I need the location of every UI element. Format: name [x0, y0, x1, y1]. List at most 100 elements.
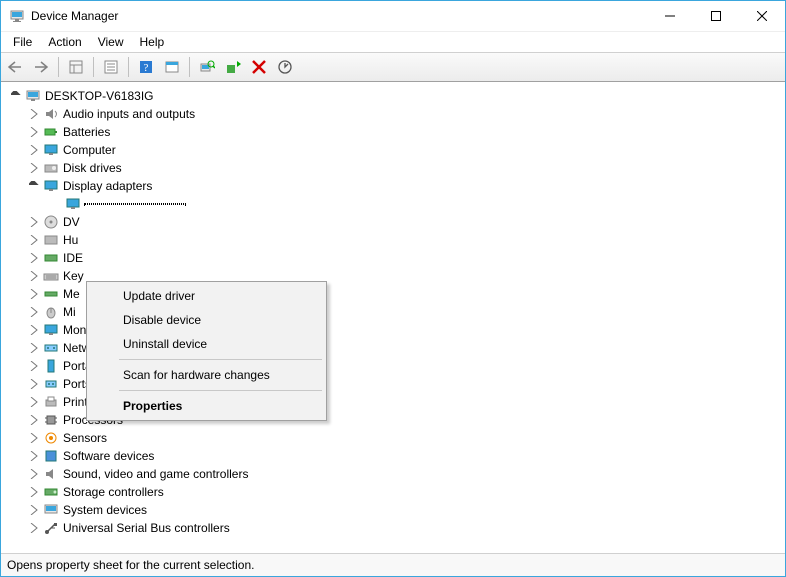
chevron-right-icon[interactable] [27, 215, 41, 229]
printer-icon [43, 394, 59, 410]
tree-root-label: DESKTOP-V6183IG [45, 89, 154, 103]
device-tree[interactable]: DESKTOP-V6183IG Audio inputs and outputs… [1, 82, 785, 553]
toolbar-help-button[interactable]: ? [134, 55, 158, 79]
usb-icon [43, 520, 59, 536]
display-adapter-icon [43, 178, 59, 194]
tree-root[interactable]: DESKTOP-V6183IG [5, 87, 785, 105]
chevron-right-icon[interactable] [27, 107, 41, 121]
chevron-right-icon[interactable] [27, 251, 41, 265]
chevron-right-icon[interactable] [27, 431, 41, 445]
chevron-right-icon[interactable] [27, 521, 41, 535]
tree-node-label: Mi [63, 305, 76, 319]
chevron-right-icon[interactable] [27, 449, 41, 463]
tree-node-label: IDE [63, 251, 83, 265]
tree-node-disk[interactable]: Disk drives [5, 159, 785, 177]
menu-file[interactable]: File [5, 33, 40, 51]
svg-text:?: ? [144, 62, 149, 74]
battery-icon [43, 124, 59, 140]
tree-node-usb[interactable]: Universal Serial Bus controllers [5, 519, 785, 537]
close-button[interactable] [739, 1, 785, 31]
toolbar-properties-button[interactable] [99, 55, 123, 79]
context-menu-disable-device[interactable]: Disable device [89, 308, 324, 332]
tree-node-display[interactable]: Display adapters [5, 177, 785, 195]
tree-node-label: Display adapters [63, 179, 152, 193]
display-adapter-icon [65, 196, 81, 212]
chevron-right-icon[interactable] [27, 287, 41, 301]
context-menu-properties[interactable]: Properties [89, 394, 324, 418]
toolbar-update-driver-button[interactable] [273, 55, 297, 79]
chevron-right-icon[interactable] [27, 161, 41, 175]
tree-node-storage[interactable]: Storage controllers [5, 483, 785, 501]
tree-node-dvd[interactable]: DV [5, 213, 785, 231]
tree-node-label: Hu [63, 233, 78, 247]
tree-node-ide[interactable]: IDE [5, 249, 785, 267]
toolbar-scan-hardware-button[interactable] [195, 55, 219, 79]
chevron-right-icon[interactable] [27, 125, 41, 139]
audio-icon [43, 106, 59, 122]
tree-node-audio[interactable]: Audio inputs and outputs [5, 105, 785, 123]
menu-help[interactable]: Help [132, 33, 173, 51]
menu-action[interactable]: Action [40, 33, 89, 51]
chevron-right-icon[interactable] [27, 467, 41, 481]
chevron-down-icon[interactable] [9, 89, 23, 103]
chevron-right-icon[interactable] [27, 143, 41, 157]
tree-node-label: Batteries [63, 125, 110, 139]
titlebar: Device Manager [1, 1, 785, 32]
keyboard-icon [43, 268, 59, 284]
port-icon [43, 376, 59, 392]
tree-node-label: Computer [63, 143, 116, 157]
tree-node-label: Audio inputs and outputs [63, 107, 195, 121]
toolbar-enable-device-button[interactable] [221, 55, 245, 79]
chevron-right-icon[interactable] [27, 341, 41, 355]
chevron-right-icon[interactable] [27, 413, 41, 427]
context-menu-update-driver[interactable]: Update driver [89, 284, 324, 308]
toolbar-show-hide-tree-button[interactable] [64, 55, 88, 79]
maximize-button[interactable] [693, 1, 739, 31]
sensor-icon [43, 430, 59, 446]
tree-node-label: Disk drives [63, 161, 122, 175]
toolbar-action-button[interactable] [160, 55, 184, 79]
context-menu-uninstall-device[interactable]: Uninstall device [89, 332, 324, 356]
toolbar-divider [128, 57, 129, 77]
menu-view[interactable]: View [90, 33, 132, 51]
toolbar-uninstall-device-button[interactable] [247, 55, 271, 79]
toolbar-divider [93, 57, 94, 77]
expander-placeholder [49, 197, 63, 211]
tree-node-computer[interactable]: Computer [5, 141, 785, 159]
toolbar-back-button[interactable] [3, 55, 27, 79]
tree-node-software[interactable]: Software devices [5, 447, 785, 465]
tree-node-system-devices[interactable]: System devices [5, 501, 785, 519]
tree-node-hid[interactable]: Hu [5, 231, 785, 249]
chevron-right-icon[interactable] [27, 233, 41, 247]
toolbar-forward-button[interactable] [29, 55, 53, 79]
chevron-right-icon[interactable] [27, 485, 41, 499]
tree-node-label: DV [63, 215, 80, 229]
chevron-right-icon[interactable] [27, 377, 41, 391]
sound-icon [43, 466, 59, 482]
chevron-right-icon[interactable] [27, 305, 41, 319]
tree-node-batteries[interactable]: Batteries [5, 123, 785, 141]
tree-node-sound[interactable]: Sound, video and game controllers [5, 465, 785, 483]
network-icon [43, 340, 59, 356]
disc-icon [43, 214, 59, 230]
tree-node-label: Sensors [63, 431, 107, 445]
chevron-right-icon[interactable] [27, 359, 41, 373]
mouse-icon [43, 304, 59, 320]
minimize-button[interactable] [647, 1, 693, 31]
computer-icon [25, 88, 41, 104]
tree-node-sensors[interactable]: Sensors [5, 429, 785, 447]
tree-node-label: Key [63, 269, 84, 283]
hid-icon [43, 232, 59, 248]
processor-icon [43, 412, 59, 428]
context-menu-separator [119, 390, 322, 391]
menubar: File Action View Help [1, 32, 785, 52]
chevron-right-icon[interactable] [27, 395, 41, 409]
storage-controller-icon [43, 484, 59, 500]
chevron-right-icon[interactable] [27, 323, 41, 337]
window-title: Device Manager [31, 9, 118, 23]
tree-node-display-child[interactable] [5, 195, 785, 213]
chevron-right-icon[interactable] [27, 503, 41, 517]
context-menu-scan-hardware[interactable]: Scan for hardware changes [89, 363, 324, 387]
chevron-down-icon[interactable] [27, 179, 41, 193]
chevron-right-icon[interactable] [27, 269, 41, 283]
